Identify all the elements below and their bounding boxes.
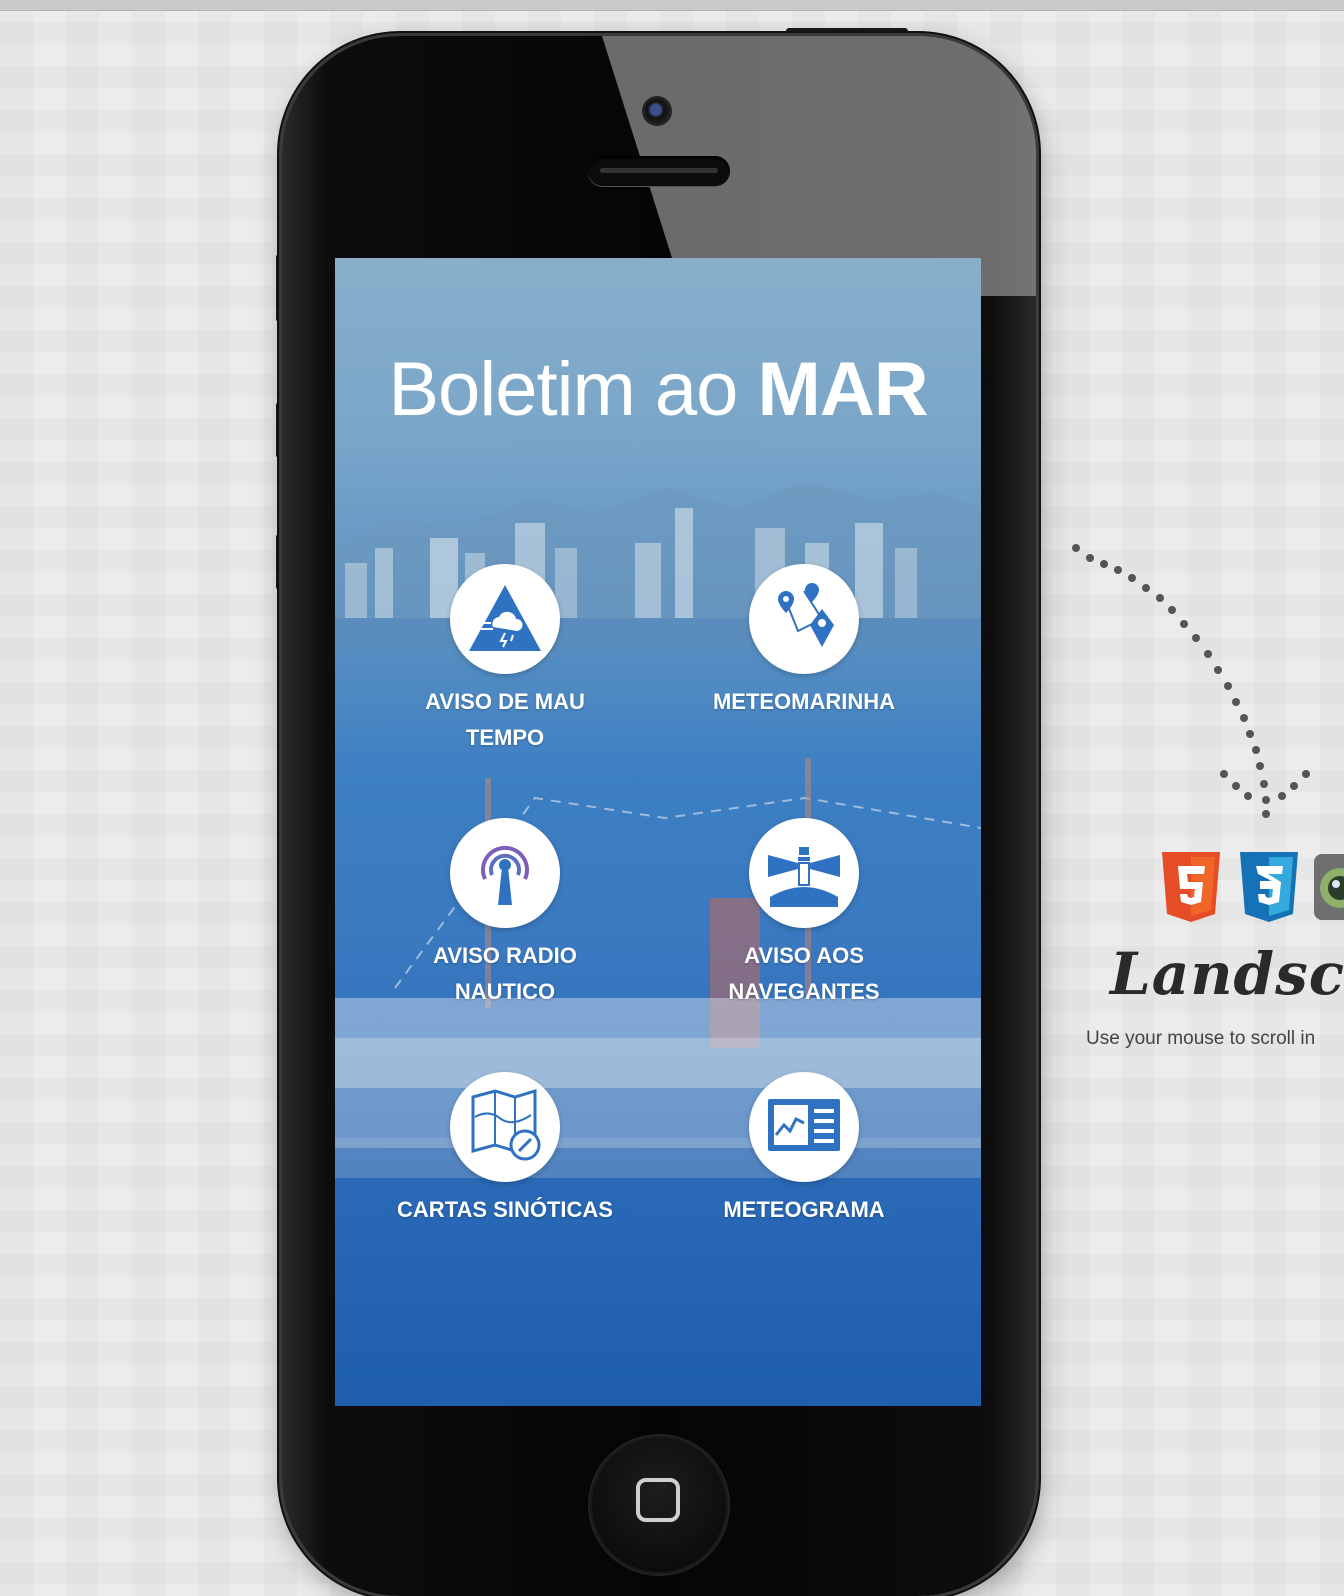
phone-screen: Boletim ao MAR AVISO DE MAU TEMPO METEOM… xyxy=(335,258,981,1406)
radio-antenna-icon xyxy=(450,818,560,928)
dotted-arrow-icon xyxy=(1072,544,1310,818)
app-title-bold: MAR xyxy=(757,347,929,432)
lighthouse-icon xyxy=(749,818,859,928)
browser-top-bar xyxy=(0,0,1344,11)
html5-icon xyxy=(1160,852,1222,922)
menu-label: METEOGRAMA xyxy=(723,1197,885,1222)
map-compass-icon xyxy=(450,1072,560,1182)
menu-meteomarinha[interactable]: METEOMARINHA xyxy=(659,564,949,764)
css3-icon xyxy=(1238,852,1300,922)
chart-document-icon xyxy=(749,1072,859,1182)
phone-device: Boletim ao MAR AVISO DE MAU TEMPO METEOM… xyxy=(282,36,1036,1596)
app-title-light: Boletim ao xyxy=(388,347,758,432)
menu-label: CARTAS SINÓTICAS xyxy=(397,1197,613,1222)
photo-icon xyxy=(1312,852,1344,922)
map-pins-icon xyxy=(749,564,859,674)
home-button[interactable] xyxy=(590,1436,728,1574)
menu-aviso-aos-navegantes[interactable]: AVISO AOS NAVEGANTES xyxy=(659,818,949,1018)
menu-label: METEOMARINHA xyxy=(712,689,896,714)
front-camera xyxy=(644,98,670,124)
earpiece-speaker xyxy=(588,156,730,186)
menu-label: AVISO RADIO NAUTICO xyxy=(433,943,577,1004)
menu-cartas-sinoticas[interactable]: CARTAS SINÓTICAS xyxy=(360,1072,650,1272)
storm-warning-icon xyxy=(450,564,560,674)
app-title: Boletim ao MAR xyxy=(335,346,981,433)
menu-aviso-radio-nautico[interactable]: AVISO RADIO NAUTICO xyxy=(360,818,650,1018)
scroll-hint: Use your mouse to scroll in xyxy=(1086,1028,1316,1049)
home-square-icon xyxy=(636,1478,680,1522)
menu-aviso-mau-tempo[interactable]: AVISO DE MAU TEMPO xyxy=(360,564,650,764)
landscape-label: Landsca xyxy=(1110,940,1344,1008)
menu-label: AVISO DE MAU TEMPO xyxy=(425,689,585,750)
menu-meteograma[interactable]: METEOGRAMA xyxy=(659,1072,949,1272)
menu-label: AVISO AOS NAVEGANTES xyxy=(728,943,880,1004)
